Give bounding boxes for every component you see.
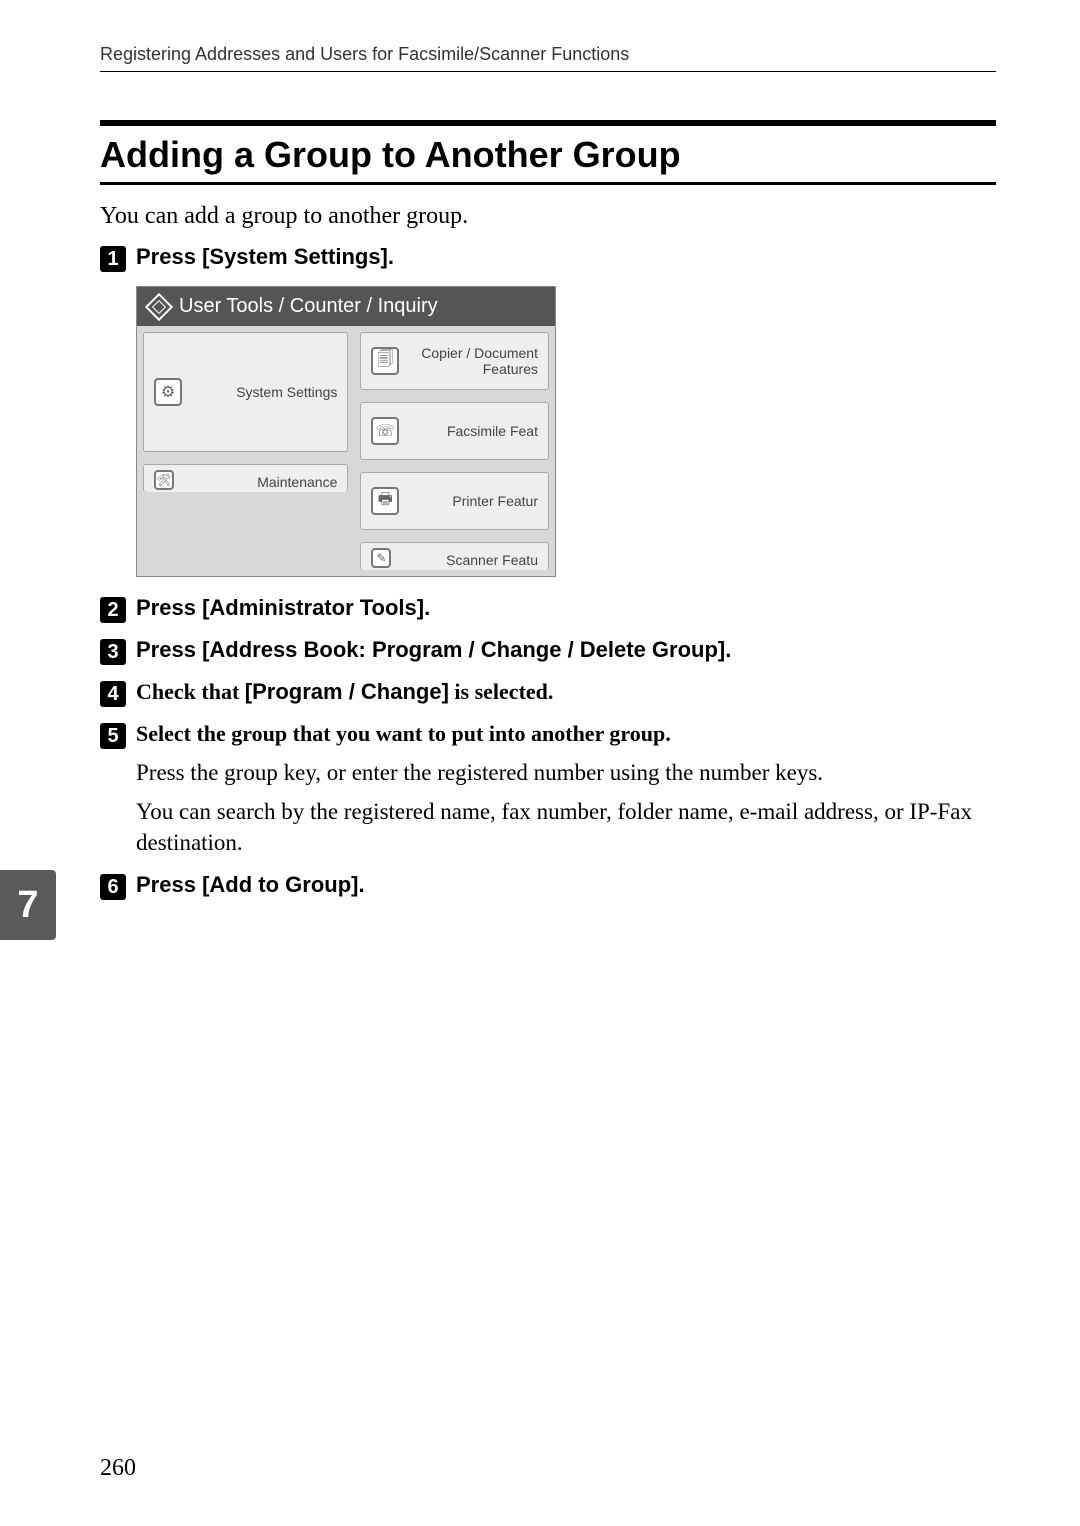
step-suffix: is selected. [449,679,553,704]
step-body-1: Press the group key, or enter the regist… [136,757,996,788]
step-bold: [Program / Change] [245,679,449,704]
step-number-badge: 5 [100,723,126,749]
step-text: Select the group that you want to put in… [136,721,671,747]
step-1: 1 Press [System Settings]. User Tools / … [100,244,996,577]
step-suffix: . [424,595,430,620]
copier-icon: 🗐 [371,347,399,375]
step-bold: [Address Book: Program / Change / Delete… [202,637,725,662]
maintenance-button[interactable]: 🛠 Maintenance [143,464,348,492]
button-label: Scanner Featu [401,552,538,568]
step-bold: [Administrator Tools] [202,595,424,620]
step-full: Select the group that you want to put in… [136,721,671,746]
printer-icon: 🖶 [371,487,399,515]
settings-icon: ⚙ [154,378,182,406]
step-bold: [Add to Group] [202,872,358,897]
fax-icon: ☏ [371,417,399,445]
button-label: Facsimile Feat [409,423,538,439]
scanner-features-button[interactable]: ✎ Scanner Featu [360,542,549,570]
step-text: Check that [Program / Change] is selecte… [136,679,553,705]
button-label: Maintenance [184,474,337,490]
running-header: Registering Addresses and Users for Facs… [100,44,996,72]
step-suffix: . [725,637,731,662]
button-label: Copier / Document Features [409,345,538,377]
step-prefix: Press [136,872,202,897]
step-number-badge: 6 [100,874,126,900]
wrench-icon: 🛠 [154,470,174,490]
facsimile-features-button[interactable]: ☏ Facsimile Feat [360,402,549,460]
step-number-badge: 4 [100,681,126,707]
scanner-icon: ✎ [371,548,391,568]
intro-text: You can add a group to another group. [100,203,996,230]
step-text: Press [Add to Group]. [136,872,365,898]
step-text: Press [Address Book: Program / Change / … [136,637,731,663]
ui-screenshot: User Tools / Counter / Inquiry ⚙ System … [136,286,556,577]
step-6: 6 Press [Add to Group]. [100,872,996,900]
step-3: 3 Press [Address Book: Program / Change … [100,637,996,665]
step-number-badge: 1 [100,246,126,272]
step-5: 5 Select the group that you want to put … [100,721,996,858]
step-prefix: Press [136,244,202,269]
step-number-badge: 2 [100,597,126,623]
step-text: Press [Administrator Tools]. [136,595,430,621]
chapter-tab: 7 [0,870,56,940]
step-suffix: . [388,244,394,269]
step-suffix: . [358,872,364,897]
diamond-icon [145,292,173,320]
button-label: Printer Featur [409,493,538,509]
step-bold: [System Settings] [202,244,388,269]
step-number-badge: 3 [100,639,126,665]
step-body-2: You can search by the registered name, f… [136,796,996,858]
system-settings-button[interactable]: ⚙ System Settings [143,332,348,452]
step-prefix: Press [136,595,202,620]
step-prefix: Press [136,637,202,662]
section-title: Adding a Group to Another Group [100,120,996,185]
button-label: System Settings [192,384,337,400]
copier-features-button[interactable]: 🗐 Copier / Document Features [360,332,549,390]
step-2: 2 Press [Administrator Tools]. [100,595,996,623]
step-4: 4 Check that [Program / Change] is selec… [100,679,996,707]
screenshot-title-text: User Tools / Counter / Inquiry [179,295,438,318]
printer-features-button[interactable]: 🖶 Printer Featur [360,472,549,530]
step-text: Press [System Settings]. [136,244,394,270]
step-prefix: Check that [136,679,245,704]
page-number: 260 [100,1455,136,1482]
screenshot-title-bar: User Tools / Counter / Inquiry [137,287,555,326]
